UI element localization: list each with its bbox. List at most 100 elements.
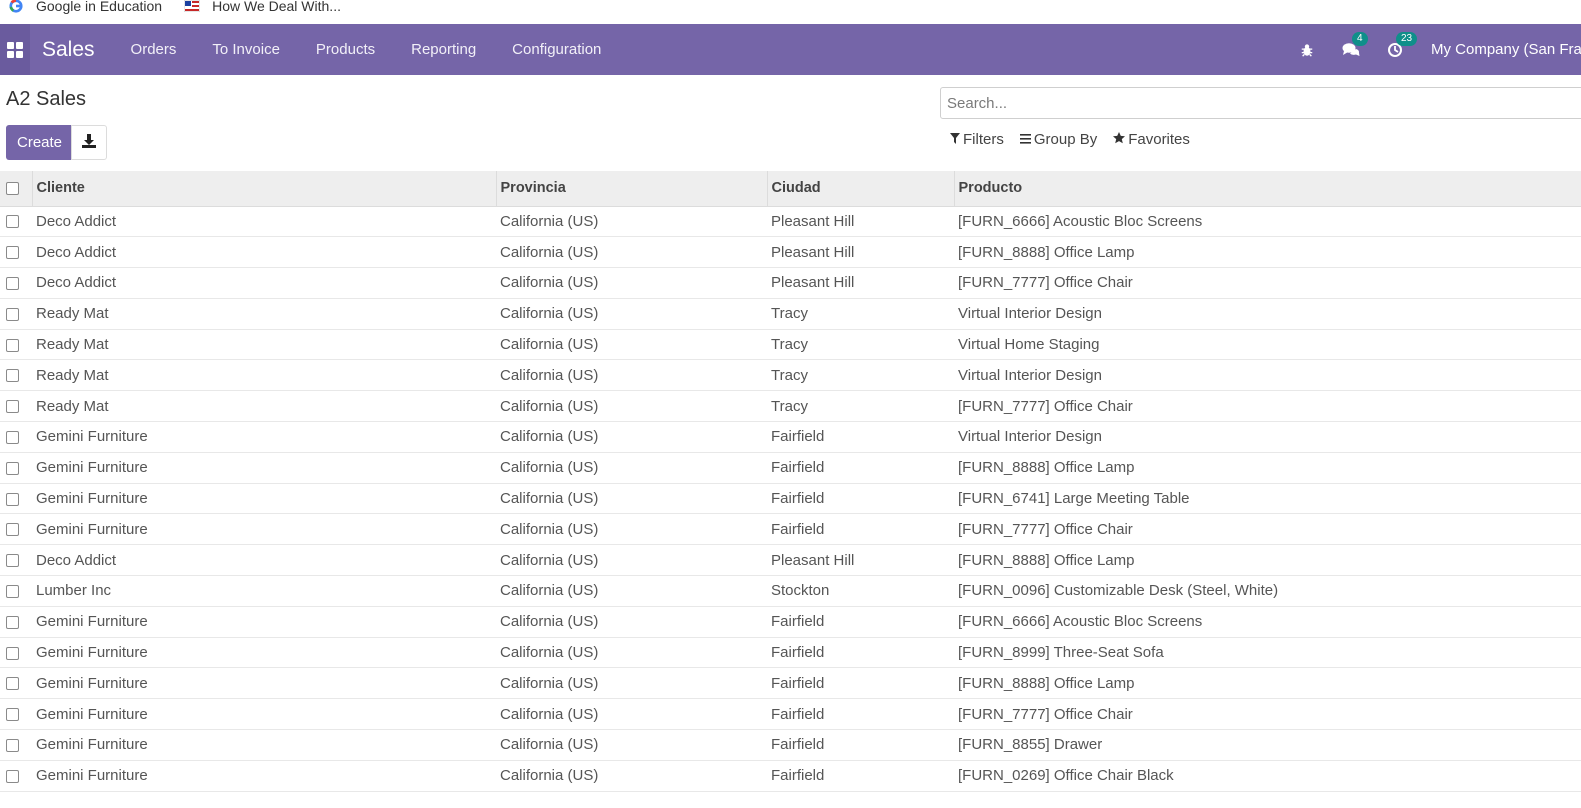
table-row[interactable]: Ready Mat California (US) Tracy Virtual Hom… — [0, 329, 1581, 360]
column-header-ciudad[interactable]: Ciudad — [766, 171, 954, 207]
cell-ciudad: Pleasant Hill — [771, 243, 855, 261]
cell-provincia: California (US) — [500, 490, 599, 508]
cell-provincia: California (US) — [500, 644, 599, 662]
cell-cliente: Gemini Furniture — [36, 736, 148, 754]
cell-producto: [FURN_0269] Office Chair Black — [958, 767, 1174, 785]
star-icon — [1113, 131, 1128, 148]
cell-cliente: Lumber Inc — [36, 582, 112, 600]
cell-producto: [FURN_8999] Three-Seat Sofa — [958, 644, 1164, 662]
table-row[interactable]: Gemini Furniture California (US) Fairfield… — [0, 668, 1581, 699]
company-switcher[interactable]: My Company (San Francisco) — [1431, 41, 1581, 58]
row-checkbox[interactable] — [0, 576, 32, 607]
row-checkbox[interactable] — [0, 206, 32, 237]
row-checkbox[interactable] — [0, 360, 32, 391]
table-row[interactable]: Gemini Furniture California (US) Fairfield… — [0, 514, 1581, 545]
group-by-button[interactable]: Group By — [1019, 131, 1098, 148]
cell-ciudad: Fairfield — [771, 705, 825, 723]
table-row[interactable]: Gemini Furniture California (US) Fairfield… — [0, 483, 1581, 514]
cell-producto: [FURN_7777] Office Chair — [958, 705, 1133, 723]
row-checkbox[interactable] — [0, 483, 32, 514]
cell-cliente: Gemini Furniture — [36, 490, 148, 508]
table-row[interactable]: Gemini Furniture California (US) Fairfield… — [0, 730, 1581, 761]
column-header-provincia[interactable]: Provincia — [495, 171, 767, 207]
cell-provincia: California (US) — [500, 520, 599, 538]
table-row[interactable]: Gemini Furniture California (US) Fairfield… — [0, 699, 1581, 730]
cell-ciudad: Fairfield — [771, 520, 825, 538]
cell-provincia: California (US) — [500, 336, 599, 354]
cell-cliente: Ready Mat — [36, 305, 109, 323]
menu-to-invoice[interactable]: To Invoice — [194, 24, 298, 75]
cell-producto: [FURN_7777] Office Chair — [958, 274, 1133, 292]
row-checkbox[interactable] — [0, 730, 32, 761]
app-menu-icon[interactable] — [0, 24, 30, 75]
export-button[interactable] — [71, 125, 107, 160]
table-row[interactable]: Gemini Furniture California (US) Fairfield… — [0, 637, 1581, 668]
cell-provincia: California (US) — [500, 767, 599, 785]
row-checkbox[interactable] — [0, 422, 32, 453]
search-options: Filters Group By Favorites — [950, 131, 1206, 148]
row-checkbox[interactable] — [0, 268, 32, 299]
table-row[interactable]: Deco Addict California (US) Pleasant Hill [… — [0, 237, 1581, 268]
cell-ciudad: Fairfield — [771, 767, 825, 785]
table-row[interactable]: Deco Addict California (US) Pleasant Hill [… — [0, 268, 1581, 299]
table-row[interactable]: Gemini Furniture California (US) Fairfield… — [0, 452, 1581, 484]
row-checkbox[interactable] — [0, 606, 32, 637]
table-row[interactable]: Lumber Inc California (US) Stockton [FURN_0… — [0, 576, 1581, 607]
table-row[interactable]: Deco Addict California (US) Pleasant Hill [… — [0, 545, 1581, 576]
cell-ciudad: Fairfield — [771, 644, 825, 662]
page-title: A2 Sales — [6, 88, 87, 110]
row-checkbox[interactable] — [0, 452, 32, 483]
group-by-label: Group By — [1033, 131, 1098, 148]
row-checkbox[interactable] — [0, 298, 32, 329]
cell-producto: Virtual Interior Design — [958, 428, 1102, 446]
table-row[interactable]: Gemini Furniture California (US) Fairfield… — [0, 760, 1581, 792]
menu-reporting[interactable]: Reporting — [393, 24, 494, 75]
search-input[interactable] — [940, 87, 1581, 119]
cell-producto: [FURN_6666] Acoustic Bloc Screens — [958, 613, 1203, 631]
table-row[interactable]: Deco Addict California (US) Pleasant Hill [… — [0, 206, 1581, 237]
menu-orders[interactable]: Orders — [113, 24, 195, 75]
row-checkbox[interactable] — [0, 760, 32, 791]
column-header-producto[interactable]: Producto — [953, 171, 1581, 207]
menu-products[interactable]: Products — [298, 24, 393, 75]
row-checkbox[interactable] — [0, 545, 32, 576]
row-checkbox[interactable] — [0, 391, 32, 422]
cell-producto: [FURN_8888] Office Lamp — [958, 243, 1135, 261]
favorites-button[interactable]: Favorites — [1113, 131, 1190, 148]
cell-cliente: Gemini Furniture — [36, 644, 148, 662]
app-brand[interactable]: Sales — [42, 38, 95, 62]
activities-icon[interactable]: 23 — [1384, 31, 1418, 61]
activities-badge: 23 — [1396, 31, 1418, 46]
cell-provincia: California (US) — [500, 613, 599, 631]
cell-cliente: Gemini Furniture — [36, 674, 148, 692]
table-row[interactable]: Ready Mat California (US) Tracy Virtual Int… — [0, 298, 1581, 330]
row-checkbox[interactable] — [0, 699, 32, 730]
row-checkbox[interactable] — [0, 637, 32, 668]
cell-producto: [FURN_8855] Drawer — [958, 736, 1103, 754]
filters-button[interactable]: Filters — [950, 131, 1004, 148]
table-row[interactable]: Gemini Furniture California (US) Fairfield… — [0, 606, 1581, 638]
row-checkbox[interactable] — [0, 514, 32, 545]
cell-ciudad: Tracy — [771, 336, 808, 354]
list-view: Cliente Provincia Ciudad Producto Deco A… — [0, 171, 1581, 792]
table-row[interactable]: Ready Mat California (US) Tracy Virtual Int… — [0, 360, 1581, 391]
bug-icon[interactable] — [1296, 39, 1318, 61]
cell-cliente: Deco Addict — [36, 551, 117, 569]
column-header-cliente[interactable]: Cliente — [31, 171, 496, 207]
cell-producto: [FURN_8888] Office Lamp — [958, 551, 1135, 569]
table-row[interactable]: Ready Mat California (US) Tracy [FURN_7777]… — [0, 391, 1581, 422]
select-all-checkbox[interactable] — [0, 171, 32, 207]
download-icon — [82, 134, 96, 151]
row-checkbox[interactable] — [0, 668, 32, 699]
row-checkbox[interactable] — [0, 329, 32, 360]
table-row[interactable]: Gemini Furniture California (US) Fairfield… — [0, 422, 1581, 453]
menu-configuration[interactable]: Configuration — [494, 24, 619, 75]
create-button[interactable]: Create — [6, 125, 74, 160]
row-checkbox[interactable] — [0, 237, 32, 268]
bookmark-google-in-education[interactable]: Google in Education — [8, 0, 162, 14]
bookmark-how-we-deal-with[interactable]: How We Deal With... — [184, 0, 341, 14]
messages-icon[interactable]: 4 — [1340, 31, 1368, 61]
cell-producto: [FURN_7777] Office Chair — [958, 397, 1133, 415]
cell-producto: [FURN_0096] Customizable Desk (Steel, Wh… — [958, 582, 1279, 600]
bars-icon — [1019, 131, 1034, 148]
